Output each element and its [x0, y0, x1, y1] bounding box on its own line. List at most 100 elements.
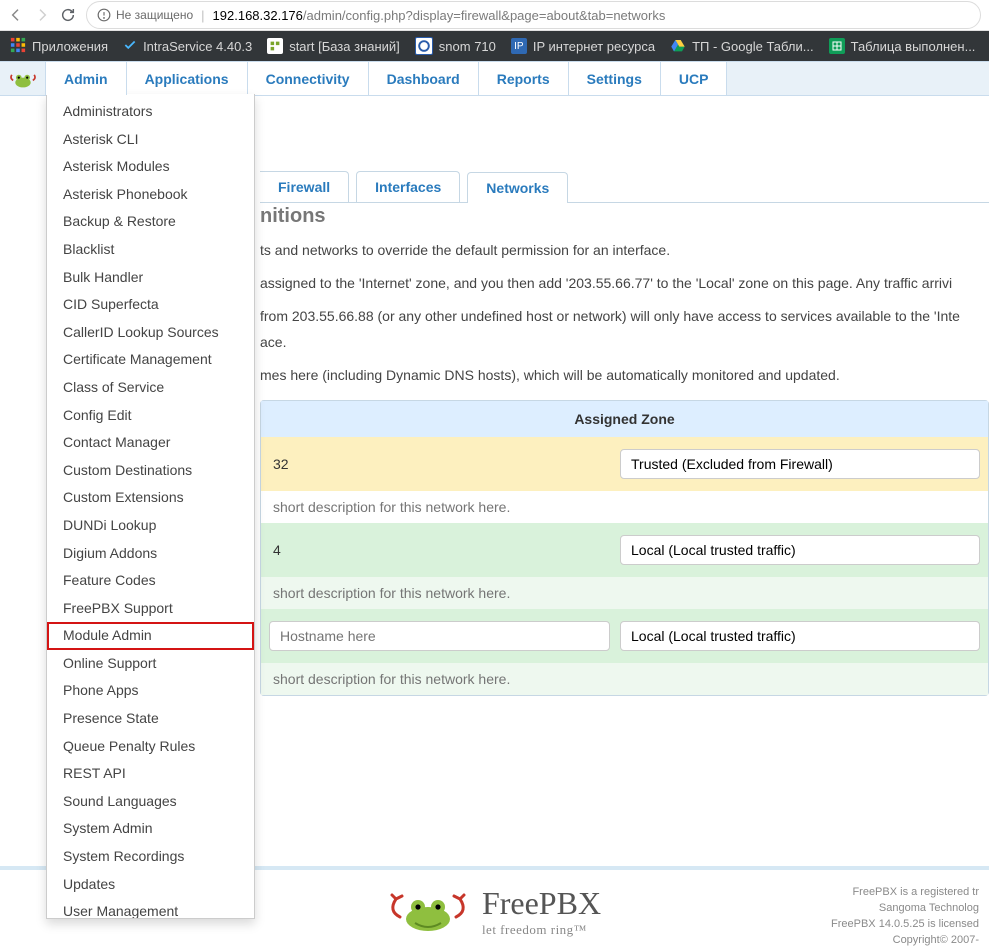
menu-item[interactable]: Certificate Management: [47, 346, 254, 374]
frog-icon: [388, 889, 468, 934]
tab-networks[interactable]: Networks: [467, 172, 568, 203]
apps-shortcut[interactable]: Приложения: [10, 37, 108, 56]
intro-p1: ts and networks to override the default …: [260, 238, 989, 263]
footer-logo: FreePBX let freedom ring™: [388, 885, 601, 938]
bookmarks-bar: Приложения IntraService 4.40.3 start [Ба…: [0, 31, 989, 61]
favicon: [267, 38, 283, 54]
menu-item[interactable]: System Admin: [47, 815, 254, 843]
menu-item[interactable]: Module Admin: [47, 622, 254, 650]
nav-connectivity[interactable]: Connectivity: [247, 62, 369, 95]
table-row-desc: [261, 577, 988, 609]
menu-item[interactable]: Custom Extensions: [47, 484, 254, 512]
browser-toolbar: Не защищено | 192.168.32.176/admin/confi…: [0, 0, 989, 31]
menu-item[interactable]: Feature Codes: [47, 567, 254, 595]
menu-item[interactable]: System Recordings: [47, 843, 254, 871]
tab-interfaces[interactable]: Interfaces: [356, 171, 460, 202]
brand-logo[interactable]: [0, 62, 46, 95]
heading-partial: nitions: [260, 205, 989, 228]
nav-back-icon[interactable]: [8, 7, 24, 23]
bookmark-table[interactable]: Таблица выполнен...: [829, 38, 976, 54]
address-bar[interactable]: Не защищено | 192.168.32.176/admin/confi…: [86, 1, 981, 29]
nav-ucp[interactable]: UCP: [660, 62, 728, 95]
menu-item[interactable]: Administrators: [47, 98, 254, 126]
sheets-icon: [829, 38, 845, 54]
nav-settings[interactable]: Settings: [568, 62, 661, 95]
menu-item[interactable]: Asterisk CLI: [47, 126, 254, 154]
menu-item[interactable]: Asterisk Phonebook: [47, 181, 254, 209]
menu-item[interactable]: REST API: [47, 760, 254, 788]
menu-item[interactable]: Custom Destinations: [47, 457, 254, 485]
networks-table: Assigned Zone 32 Trusted (Excluded from …: [260, 400, 989, 696]
bookmark-start[interactable]: start [База знаний]: [267, 38, 400, 54]
table-row: 32 Trusted (Excluded from Firewall): [261, 437, 988, 491]
net-cell: 4: [269, 542, 610, 558]
desc-input[interactable]: [269, 577, 980, 609]
menu-item[interactable]: Digium Addons: [47, 540, 254, 568]
separator: |: [201, 8, 204, 23]
zone-select[interactable]: Local (Local trusted traffic): [620, 621, 980, 651]
menu-item[interactable]: Blacklist: [47, 236, 254, 264]
desc-input[interactable]: [269, 491, 980, 523]
menu-item[interactable]: Phone Apps: [47, 677, 254, 705]
nav-dashboard[interactable]: Dashboard: [368, 62, 479, 95]
apps-label: Приложения: [32, 39, 108, 54]
menu-item[interactable]: Presence State: [47, 705, 254, 733]
nav-forward-icon[interactable]: [34, 7, 50, 23]
nav-items: AdminApplicationsConnectivityDashboardRe…: [46, 62, 727, 95]
zone-col-header: Assigned Zone: [261, 401, 988, 437]
favicon: [415, 37, 433, 55]
menu-item[interactable]: Bulk Handler: [47, 264, 254, 292]
insecure-label: Не защищено: [116, 8, 193, 22]
app-navbar: AdminApplicationsConnectivityDashboardRe…: [0, 61, 989, 96]
app-root: AdminApplicationsConnectivityDashboardRe…: [0, 61, 989, 948]
menu-item[interactable]: Config Edit: [47, 402, 254, 430]
url-text: 192.168.32.176/admin/config.php?display=…: [213, 8, 666, 23]
menu-item[interactable]: Sound Languages: [47, 788, 254, 816]
check-icon: [123, 38, 137, 55]
reload-icon[interactable]: [60, 7, 76, 23]
favicon: IP: [511, 38, 527, 54]
subtabs: Firewall Interfaces Networks: [260, 166, 989, 202]
footer-legal: FreePBX is a registered tr Sangoma Techn…: [831, 885, 979, 949]
table-row-desc: [261, 491, 988, 523]
intro-p3: from 203.55.66.88 (or any other undefine…: [260, 304, 989, 354]
footer-brand-text: FreePBX: [482, 885, 601, 922]
menu-item[interactable]: Backup & Restore: [47, 208, 254, 236]
footer-tagline: let freedom ring™: [482, 922, 601, 938]
apps-icon: [10, 37, 26, 56]
net-cell: 32: [269, 456, 610, 472]
admin-dropdown: AdministratorsAsterisk CLIAsterisk Modul…: [46, 94, 255, 919]
bookmark-ipresource[interactable]: IP IP интернет ресурса: [511, 38, 655, 54]
menu-item[interactable]: Class of Service: [47, 374, 254, 402]
menu-item[interactable]: CID Superfecta: [47, 291, 254, 319]
bookmark-snom[interactable]: snom 710: [415, 37, 496, 55]
nav-admin[interactable]: Admin: [45, 62, 127, 95]
insecure-badge: Не защищено: [97, 8, 193, 22]
frog-icon: [9, 68, 37, 90]
zone-select[interactable]: Trusted (Excluded from Firewall): [620, 449, 980, 479]
menu-item[interactable]: Updates: [47, 871, 254, 899]
menu-item[interactable]: Online Support: [47, 650, 254, 678]
zone-select[interactable]: Local (Local trusted traffic): [620, 535, 980, 565]
tab-firewall[interactable]: Firewall: [260, 171, 349, 202]
menu-item[interactable]: CallerID Lookup Sources: [47, 319, 254, 347]
bookmark-googletables[interactable]: ТП - Google Табли...: [670, 38, 814, 54]
desc-input[interactable]: [269, 663, 980, 695]
menu-item[interactable]: FreePBX Support: [47, 595, 254, 623]
admin-dropdown-list[interactable]: AdministratorsAsterisk CLIAsterisk Modul…: [47, 94, 254, 919]
intro-p2: assigned to the 'Internet' zone, and you…: [260, 271, 989, 296]
menu-item[interactable]: Contact Manager: [47, 429, 254, 457]
menu-item[interactable]: DUNDi Lookup: [47, 512, 254, 540]
table-row-desc: [261, 663, 988, 695]
menu-item[interactable]: User Management: [47, 898, 254, 919]
menu-item[interactable]: Queue Penalty Rules: [47, 733, 254, 761]
nav-reports[interactable]: Reports: [478, 62, 569, 95]
table-row: 4 Local (Local trusted traffic): [261, 523, 988, 577]
nav-applications[interactable]: Applications: [126, 62, 248, 95]
drive-icon: [670, 38, 686, 54]
menu-item[interactable]: Asterisk Modules: [47, 153, 254, 181]
intro-p4: mes here (including Dynamic DNS hosts), …: [260, 363, 989, 388]
table-row: Local (Local trusted traffic): [261, 609, 988, 663]
hostname-input[interactable]: [269, 621, 610, 651]
bookmark-intraservice[interactable]: IntraService 4.40.3: [123, 38, 252, 55]
